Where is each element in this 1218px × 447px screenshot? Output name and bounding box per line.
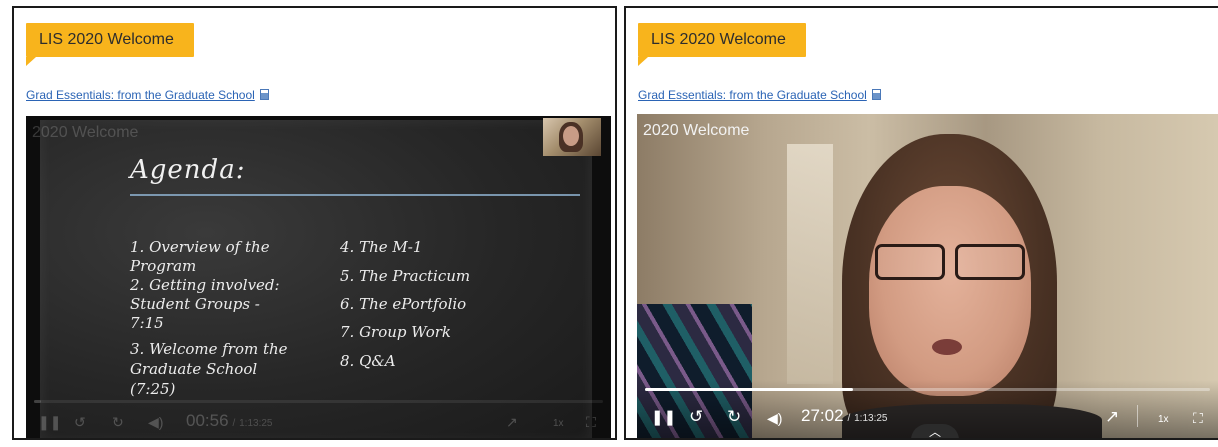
- presenter-face: [563, 126, 579, 146]
- grad-essentials-link[interactable]: Grad Essentials: from the Graduate Schoo…: [638, 88, 881, 102]
- agenda-item: 7. Group Work: [340, 323, 451, 341]
- volume-icon[interactable]: ◀): [767, 410, 782, 426]
- slide-heading: Agenda:: [130, 155, 246, 185]
- fullscreen-icon[interactable]: ⛶: [586, 414, 596, 430]
- player-controls: ❚❚ ↺ ↻ ◀) 27:02 / 1:13:25 ↗ 1x ⛶ ︿: [637, 380, 1218, 438]
- time-separator: /: [232, 418, 236, 429]
- glasses-right-lens: [955, 244, 1025, 280]
- slide-chalkboard: Agenda: 1. Overview of the Program 2. Ge…: [40, 120, 592, 438]
- speed-button[interactable]: 1x: [1158, 412, 1169, 428]
- speaker-mouth: [932, 339, 962, 355]
- time-display: 27:02 / 1:13:25: [801, 406, 888, 427]
- current-time: 27:02: [801, 406, 844, 425]
- agenda-item: Program: [130, 257, 197, 275]
- agenda-item: 5. The Practicum: [340, 267, 471, 285]
- left-panel: LIS 2020 Welcome Grad Essentials: from t…: [12, 6, 617, 440]
- total-time: 1:13:25: [239, 418, 273, 429]
- progress-fill: [34, 400, 42, 403]
- pause-icon[interactable]: ❚❚: [651, 410, 676, 426]
- grad-essentials-link[interactable]: Grad Essentials: from the Graduate Schoo…: [26, 88, 269, 102]
- glasses-left-lens: [875, 244, 945, 280]
- agenda-item: Graduate School: [130, 360, 258, 378]
- time-display: 00:56 / 1:13:25: [186, 411, 273, 432]
- agenda-item: 8. Q&A: [340, 352, 396, 370]
- video-title: 2020 Welcome: [32, 124, 139, 141]
- doorway: [787, 144, 833, 384]
- video-player[interactable]: Agenda: 1. Overview of the Program 2. Ge…: [26, 116, 611, 438]
- link-text[interactable]: Grad Essentials: from the Graduate Schoo…: [638, 88, 867, 102]
- fullscreen-icon[interactable]: ⛶: [1193, 410, 1203, 426]
- document-link-icon[interactable]: [259, 89, 269, 100]
- chevron-up-icon[interactable]: ︿: [911, 424, 959, 438]
- forward-15-icon[interactable]: ↻: [112, 414, 124, 430]
- current-time: 00:56: [186, 411, 229, 430]
- popout-arrow-icon[interactable]: ↗: [506, 414, 518, 430]
- agenda-item: 1. Overview of the: [130, 238, 270, 256]
- agenda-item: Student Groups -: [130, 295, 260, 313]
- progress-fill: [645, 388, 853, 391]
- agenda-item: 7:15: [130, 314, 164, 332]
- video-player[interactable]: 2020 Welcome ❚❚ ↺ ↻ ◀) 27:02 / 1:13:25 ↗…: [637, 114, 1218, 438]
- rewind-15-icon[interactable]: ↺: [689, 408, 703, 425]
- agenda-item: 3. Welcome from the: [130, 340, 288, 358]
- forward-15-icon[interactable]: ↻: [727, 408, 741, 425]
- control-divider: [1137, 405, 1138, 427]
- link-text[interactable]: Grad Essentials: from the Graduate Schoo…: [26, 88, 255, 102]
- right-panel: LIS 2020 Welcome Grad Essentials: from t…: [624, 6, 1218, 440]
- document-link-icon[interactable]: [871, 89, 881, 100]
- agenda-item: 4. The M-1: [340, 238, 423, 256]
- speed-button[interactable]: 1x: [553, 416, 564, 432]
- rewind-15-icon[interactable]: ↺: [74, 414, 86, 430]
- video-title: 2020 Welcome: [643, 122, 750, 139]
- time-separator: /: [847, 413, 851, 424]
- agenda-item: 6. The ePortfolio: [340, 295, 467, 313]
- agenda-item: 2. Getting involved:: [130, 276, 280, 294]
- progress-bar[interactable]: [34, 400, 603, 403]
- player-controls: ❚❚ ↺ ↻ ◀) 00:56 / 1:13:25 ↗ 1x ⛶: [26, 396, 611, 438]
- module-banner: LIS 2020 Welcome: [638, 23, 806, 66]
- progress-bar[interactable]: [645, 388, 1210, 391]
- pause-icon[interactable]: ❚❚: [38, 414, 61, 430]
- volume-icon[interactable]: ◀): [148, 414, 163, 430]
- speaker-face: [869, 186, 1031, 396]
- presenter-thumbnail: [543, 118, 601, 156]
- slide-underline: [130, 194, 580, 196]
- popout-arrow-icon[interactable]: ↗: [1105, 408, 1119, 425]
- module-banner: LIS 2020 Welcome: [26, 23, 194, 66]
- total-time: 1:13:25: [854, 413, 888, 424]
